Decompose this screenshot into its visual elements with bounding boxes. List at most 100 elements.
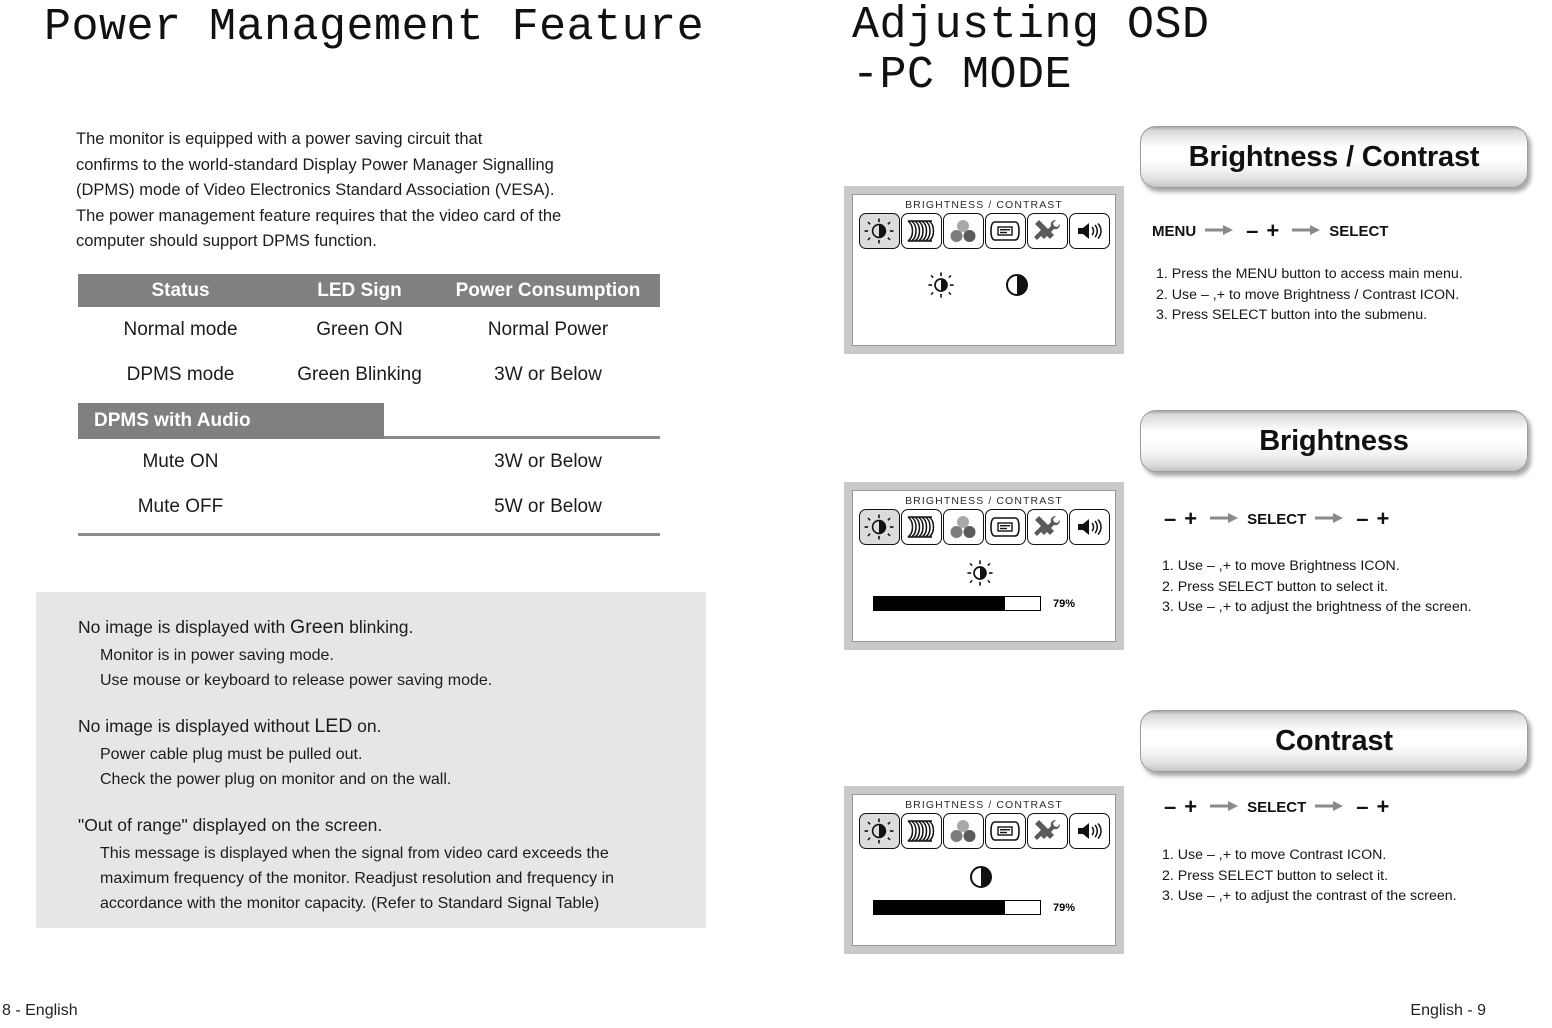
plus-glyph: + xyxy=(1184,506,1198,531)
progress-percent-label: 79% xyxy=(1053,901,1076,914)
arrow-right-icon xyxy=(1210,799,1239,816)
brightness-progress-bar-row: 79% xyxy=(873,596,1075,611)
column-header-status: Status xyxy=(151,279,210,301)
color-icon[interactable] xyxy=(942,213,984,249)
osd-menu-icon[interactable] xyxy=(984,813,1026,849)
cell-led-sign: Green ON xyxy=(316,318,403,340)
osd-screen-3: BRIGHTNESS / CONTRAST 79% xyxy=(844,786,1124,954)
brightness-icon xyxy=(966,559,994,592)
table-header-row: Status LED Sign Power Consumption xyxy=(78,274,660,307)
instruction-step: 1. Use – ,+ to move Brightness ICON. xyxy=(1162,558,1400,574)
instruction-step: 3. Use – ,+ to adjust the brightness of … xyxy=(1162,599,1472,615)
section-banner-1: Brightness / Contrast xyxy=(1140,126,1528,188)
heading-post: on. xyxy=(352,716,382,736)
section-header-rule xyxy=(384,436,660,439)
volume-icon[interactable] xyxy=(1068,509,1110,545)
instruction-step: 1. Press the MENU button to access main … xyxy=(1156,266,1463,282)
block-detail: Power cable plug must be pulled out. xyxy=(100,746,363,763)
volume-icon[interactable] xyxy=(1068,813,1110,849)
key-select-label: SELECT xyxy=(1247,798,1307,816)
contrast-icon xyxy=(1005,273,1029,302)
plus-glyph: + xyxy=(1376,794,1390,819)
osd-menu-icon[interactable] xyxy=(984,213,1026,249)
intro-paragraph: The monitor is equipped with a power sav… xyxy=(76,127,636,255)
cell-led-sign: Green Blinking xyxy=(297,363,422,385)
osd-screen-1: BRIGHTNESS / CONTRAST xyxy=(844,186,1124,354)
moire-geometry-icon[interactable] xyxy=(900,813,942,849)
banner-label: Contrast xyxy=(1275,724,1393,757)
moire-geometry-icon[interactable] xyxy=(900,213,942,249)
cell-power: Normal Power xyxy=(487,318,609,340)
progress-percent-label: 79% xyxy=(1053,597,1076,610)
brightness-contrast-icon[interactable] xyxy=(858,509,900,545)
moire-geometry-icon[interactable] xyxy=(900,509,942,545)
contrast-progress-bar-row: 79% xyxy=(873,900,1075,915)
instruction-step: 1. Use – ,+ to move Contrast ICON. xyxy=(1162,847,1387,863)
osd-content-area: 79% xyxy=(853,545,1115,623)
tools-icon[interactable] xyxy=(1026,213,1068,249)
minus-glyph: – xyxy=(1246,218,1259,243)
plus-glyph: + xyxy=(1184,794,1198,819)
troubleshooting-block: No image is displayed with Green blinkin… xyxy=(78,616,706,693)
block-heading: No image is displayed with Green blinkin… xyxy=(78,616,706,639)
cell-status: DPMS mode xyxy=(126,363,235,385)
instruction-step: 2. Press SELECT button to select it. xyxy=(1162,867,1389,884)
cell-power: 3W or Below xyxy=(494,450,602,472)
cell-power: 3W or Below xyxy=(494,363,602,385)
color-icon[interactable] xyxy=(942,509,984,545)
banner-label-first: Brightness xyxy=(1188,140,1339,173)
heading-pre: "Out of range" displayed on the screen. xyxy=(78,815,383,835)
power-consumption-table: Status LED Sign Power Consumption Normal… xyxy=(78,274,660,536)
section-banner-3: Contrast xyxy=(1140,710,1528,772)
left-page: Power Management Feature The monitor is … xyxy=(0,0,776,1028)
brightness-contrast-icon[interactable] xyxy=(858,213,900,249)
intro-line: The power management feature requires th… xyxy=(76,206,562,225)
section-header-label: DPMS with Audio xyxy=(94,410,251,431)
arrow-right-icon xyxy=(1205,223,1234,240)
key-select-label: SELECT xyxy=(1247,510,1307,528)
block-detail: Monitor is in power saving mode. xyxy=(100,647,334,664)
minus-glyph: – xyxy=(1164,794,1177,819)
minus-glyph: – xyxy=(1356,506,1369,531)
section-banner-2: Brightness xyxy=(1140,410,1528,472)
tools-icon[interactable] xyxy=(1026,509,1068,545)
volume-icon[interactable] xyxy=(1068,213,1110,249)
osd-screen-title: BRIGHTNESS / CONTRAST xyxy=(905,199,1063,211)
osd-screen-inner: BRIGHTNESS / CONTRAST xyxy=(852,194,1116,346)
contrast-icon xyxy=(969,865,993,894)
banner-label-second: Contrast xyxy=(1361,140,1480,173)
tools-icon[interactable] xyxy=(1026,813,1068,849)
osd-menu-icon[interactable] xyxy=(984,509,1026,545)
osd-content-area xyxy=(853,249,1115,327)
key-select-label: SELECT xyxy=(1329,222,1389,240)
osd-screen-inner: BRIGHTNESS / CONTRAST xyxy=(852,794,1116,946)
arrow-right-icon xyxy=(1315,799,1344,816)
table-row: Normal mode Green ON Normal Power xyxy=(78,307,660,352)
banner-label-sep: / xyxy=(1338,140,1362,173)
contrast-progress-bar[interactable] xyxy=(873,900,1041,915)
right-page: Adjusting OSD -PC MODE BRIGHTNESS / CONT… xyxy=(776,0,1552,1028)
osd-icon-row xyxy=(853,213,1115,249)
osd-content-area: 79% xyxy=(853,849,1115,927)
osd-screen-title: BRIGHTNESS / CONTRAST xyxy=(905,799,1063,811)
osd-icon-row xyxy=(853,813,1115,849)
minus-glyph: – xyxy=(1356,794,1369,819)
key-sequence-1: MENU – + SELECT xyxy=(1152,220,1388,242)
instruction-steps-2: 1. Use – ,+ to move Brightness ICON. 2. … xyxy=(1162,556,1472,618)
block-heading: No image is displayed without LED on. xyxy=(78,715,706,738)
block-detail: Use mouse or keyboard to release power s… xyxy=(100,672,493,689)
key-sequence-3: – + SELECT – + xyxy=(1160,796,1393,818)
heading-pre: No image is displayed with xyxy=(78,617,291,637)
intro-line: The monitor is equipped with a power sav… xyxy=(76,130,483,148)
instruction-step: 2. Use – ,+ to move Brightness / Contras… xyxy=(1156,286,1460,303)
table-row: Mute OFF 5W or Below xyxy=(78,484,660,529)
intro-line: computer should support DPMS function. xyxy=(76,232,377,251)
color-icon[interactable] xyxy=(942,813,984,849)
osd-screen-2: BRIGHTNESS / CONTRAST 79% xyxy=(844,482,1124,650)
footer-right: English - 9 xyxy=(1410,1002,1486,1019)
instruction-steps-3: 1. Use – ,+ to move Contrast ICON. 2. Pr… xyxy=(1162,845,1457,907)
brightness-contrast-icon[interactable] xyxy=(858,813,900,849)
brightness-progress-bar[interactable] xyxy=(873,596,1041,611)
page-title-left: Power Management Feature xyxy=(44,2,705,53)
arrow-right-icon xyxy=(1210,511,1239,528)
